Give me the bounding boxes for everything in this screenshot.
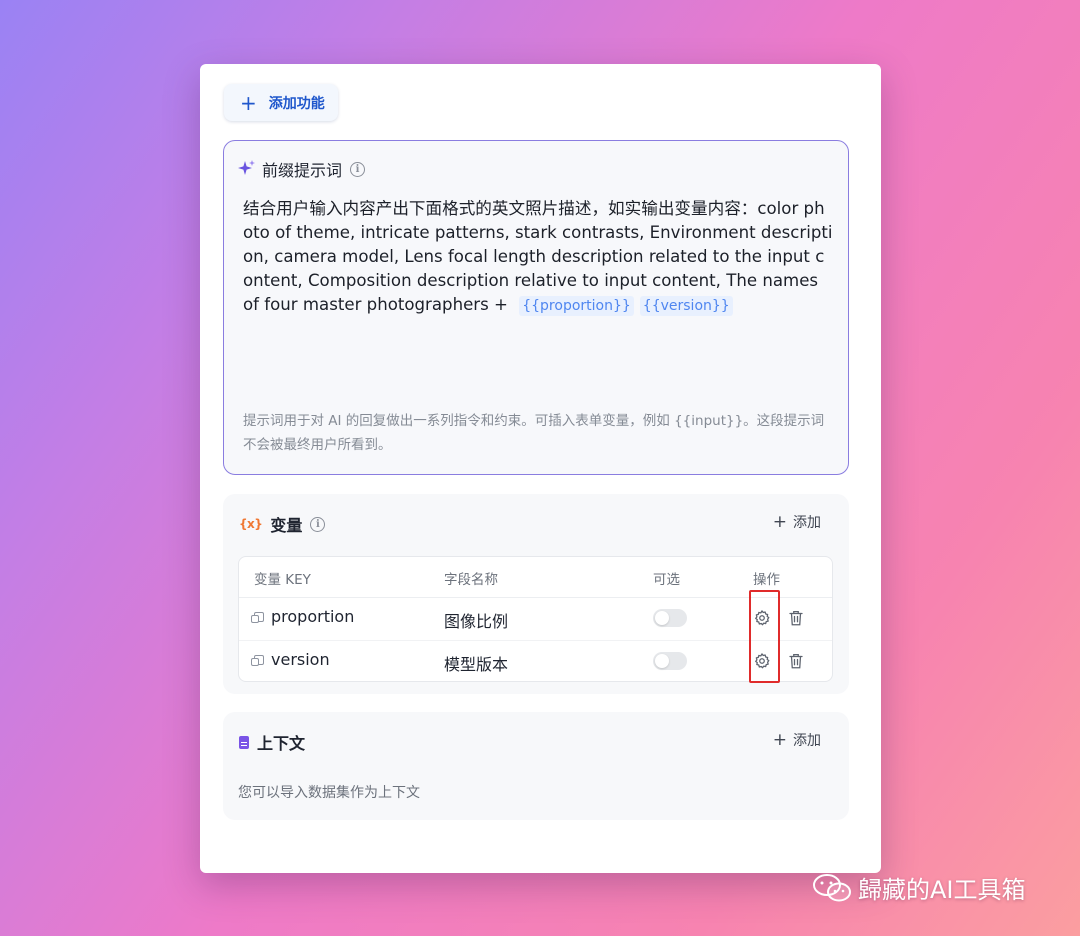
variable-key[interactable]: version [251, 650, 330, 669]
prompt-header: 前缀提示词 i [238, 157, 366, 181]
column-header-key: 变量 KEY [254, 572, 311, 588]
info-icon[interactable]: i [350, 161, 366, 177]
column-header-actions: 操作 [753, 572, 780, 588]
key-icon [251, 654, 264, 666]
document-icon [239, 735, 249, 749]
key-icon [251, 611, 264, 623]
variable-icon: {x} [239, 517, 263, 531]
prompt-text[interactable]: 结合用户输入内容产出下面格式的英文照片描述，如实输出变量内容：color pho… [243, 197, 833, 317]
watermark: 歸藏的AI工具箱 [812, 870, 1026, 905]
variable-chip-version: {{version}} [639, 296, 733, 316]
wechat-icon [813, 873, 851, 901]
column-header-optional: 可选 [653, 572, 680, 588]
annotation-highlight-box [749, 590, 780, 683]
add-context-label: 添加 [793, 733, 821, 749]
context-hint: 您可以导入数据集作为上下文 [238, 785, 420, 801]
plus-icon: + [240, 90, 257, 115]
divider [239, 640, 832, 641]
add-variable-button[interactable]: + 添加 [773, 512, 821, 532]
prefix-prompt-editor[interactable]: 前缀提示词 i 结合用户输入内容产出下面格式的英文照片描述，如实输出变量内容：c… [223, 140, 849, 475]
field-name: 图像比例 [444, 612, 509, 631]
context-header: 上下文 [239, 730, 305, 754]
context-title: 上下文 [257, 734, 306, 753]
add-variable-label: 添加 [793, 515, 821, 531]
variable-key[interactable]: proportion [251, 607, 355, 626]
prompt-hint: 提示词用于对 AI 的回复做出一系列指令和约束。可插入表单变量，例如 {{inp… [243, 413, 825, 453]
trash-icon[interactable] [787, 652, 805, 670]
plus-icon: + [772, 511, 787, 532]
app-config-panel: + 添加功能 前缀提示词 i 结合用户输入内容产出下面格式的英文照片描述，如实输… [200, 64, 881, 873]
variable-chip-proportion: {{proportion}} [519, 296, 634, 316]
variables-title: 变量 [270, 516, 303, 535]
info-icon[interactable]: i [310, 516, 326, 532]
variable-key-text: version [271, 650, 330, 669]
divider [239, 597, 832, 598]
prompt-title: 前缀提示词 [262, 161, 343, 180]
variable-key-text: proportion [271, 607, 355, 626]
field-name: 模型版本 [444, 655, 509, 674]
optional-toggle[interactable] [653, 609, 687, 627]
variables-table: 变量 KEY 字段名称 可选 操作 proportion 图像比例 versio… [238, 556, 833, 682]
column-header-name: 字段名称 [444, 572, 498, 588]
add-feature-button[interactable]: + 添加功能 [224, 84, 338, 121]
context-section: 上下文 + 添加 您可以导入数据集作为上下文 [223, 712, 849, 820]
add-context-button[interactable]: + 添加 [773, 730, 821, 750]
sparkle-icon [238, 160, 255, 175]
watermark-text: 歸藏的AI工具箱 [858, 876, 1026, 904]
variables-header: {x} 变量 i [239, 512, 326, 536]
add-feature-label: 添加功能 [268, 95, 325, 112]
plus-icon: + [772, 729, 787, 750]
optional-toggle[interactable] [653, 652, 687, 670]
trash-icon[interactable] [787, 609, 805, 627]
